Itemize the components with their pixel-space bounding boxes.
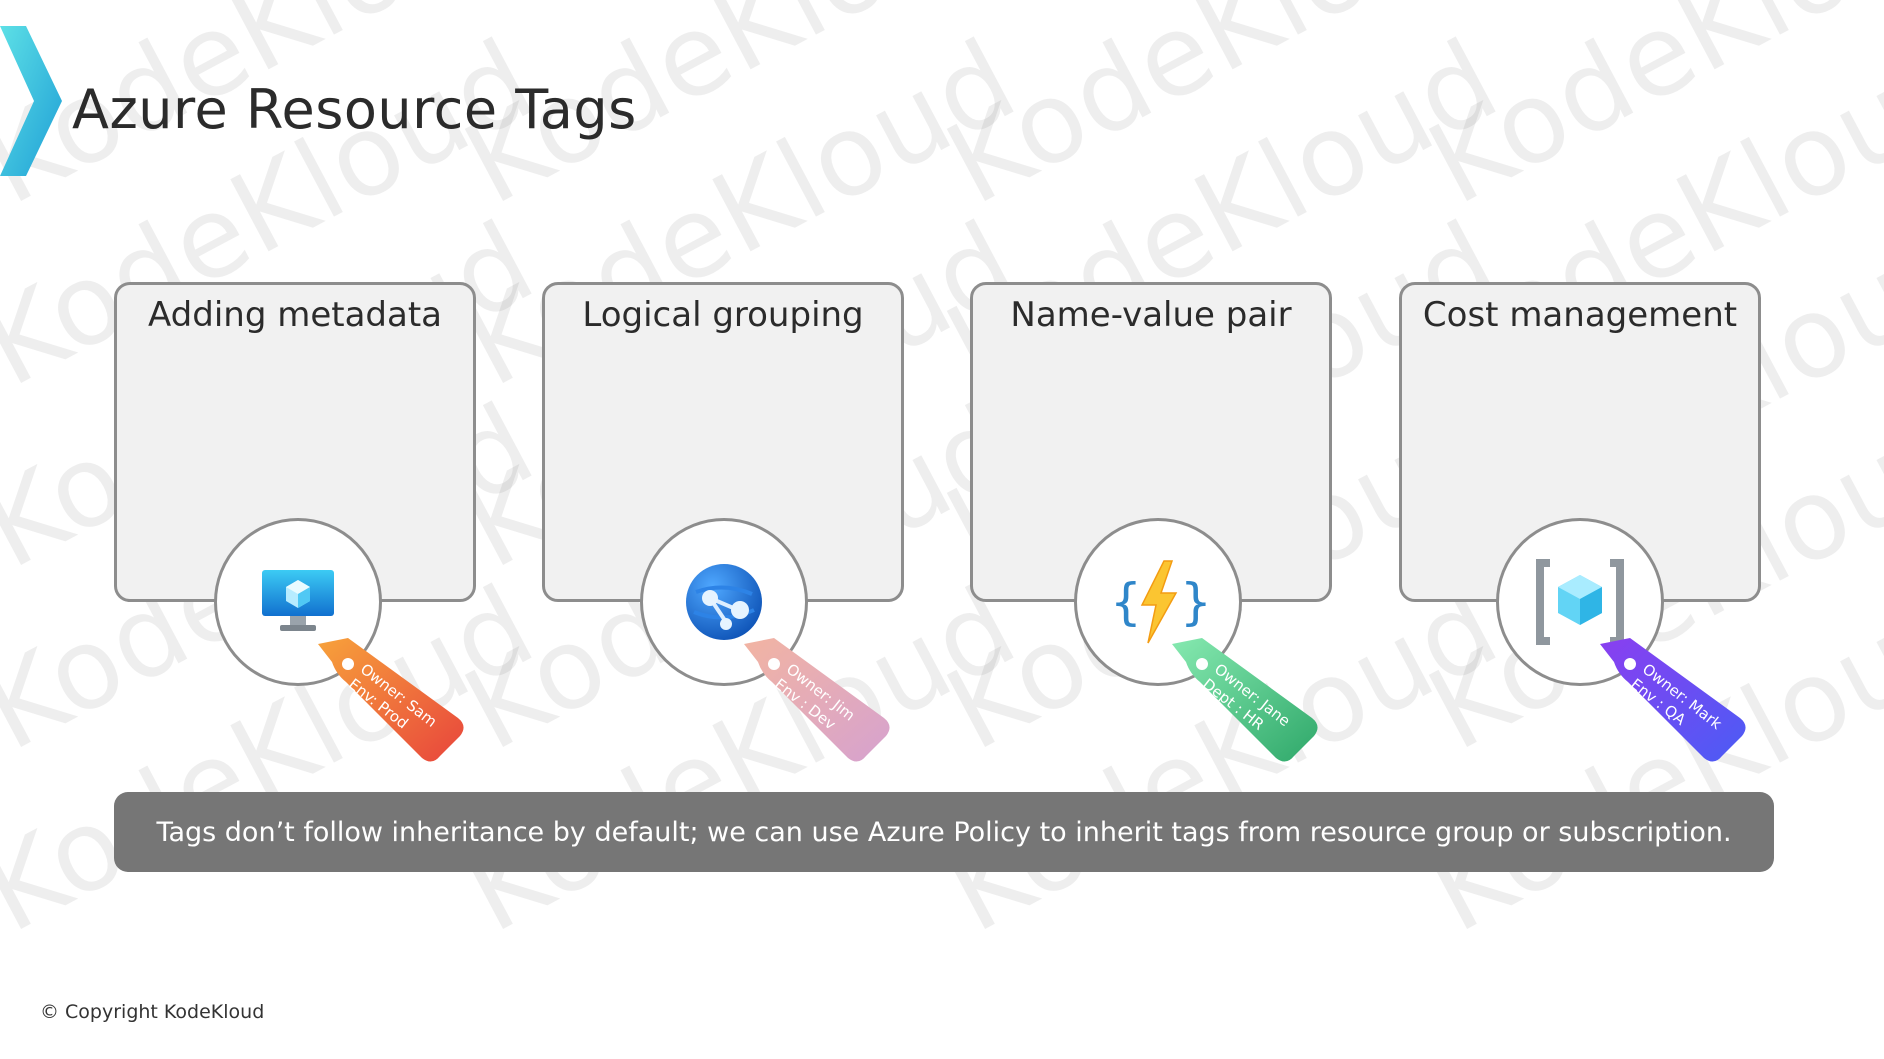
page-title: Azure Resource Tags xyxy=(72,78,637,141)
card-title: Adding metadata xyxy=(148,295,442,335)
tag-label-container: Owner: Sam Env: Prod xyxy=(312,620,472,780)
card-title: Cost management xyxy=(1422,295,1738,335)
tag-label-container: Owner: Mark Env : QA Dept : IT xyxy=(1594,620,1754,780)
tag-label: Owner: Jane Dept : HR xyxy=(1199,660,1309,758)
tag-label-container: Owner: Jim Env : Dev xyxy=(738,620,898,780)
svg-text:{: { xyxy=(1110,573,1142,631)
copyright-text: © Copyright KodeKloud xyxy=(40,1001,265,1023)
tag-label: Owner: Mark Env : QA Dept : IT xyxy=(1615,660,1737,773)
info-banner: Tags don’t follow inheritance by default… xyxy=(114,792,1774,872)
tag-label: Owner: Jim Env : Dev xyxy=(771,660,881,758)
card-title: Name-value pair xyxy=(1010,295,1292,335)
chevron-logo xyxy=(0,26,62,176)
watermark: KodeKloud xyxy=(1408,0,1884,231)
tag-label-container: Owner: Jane Dept : HR xyxy=(1166,620,1326,780)
card-title: Logical grouping xyxy=(582,295,864,335)
tag-label: Owner: Sam Env: Prod xyxy=(345,660,455,758)
watermark: KodeKloud xyxy=(926,0,1519,231)
